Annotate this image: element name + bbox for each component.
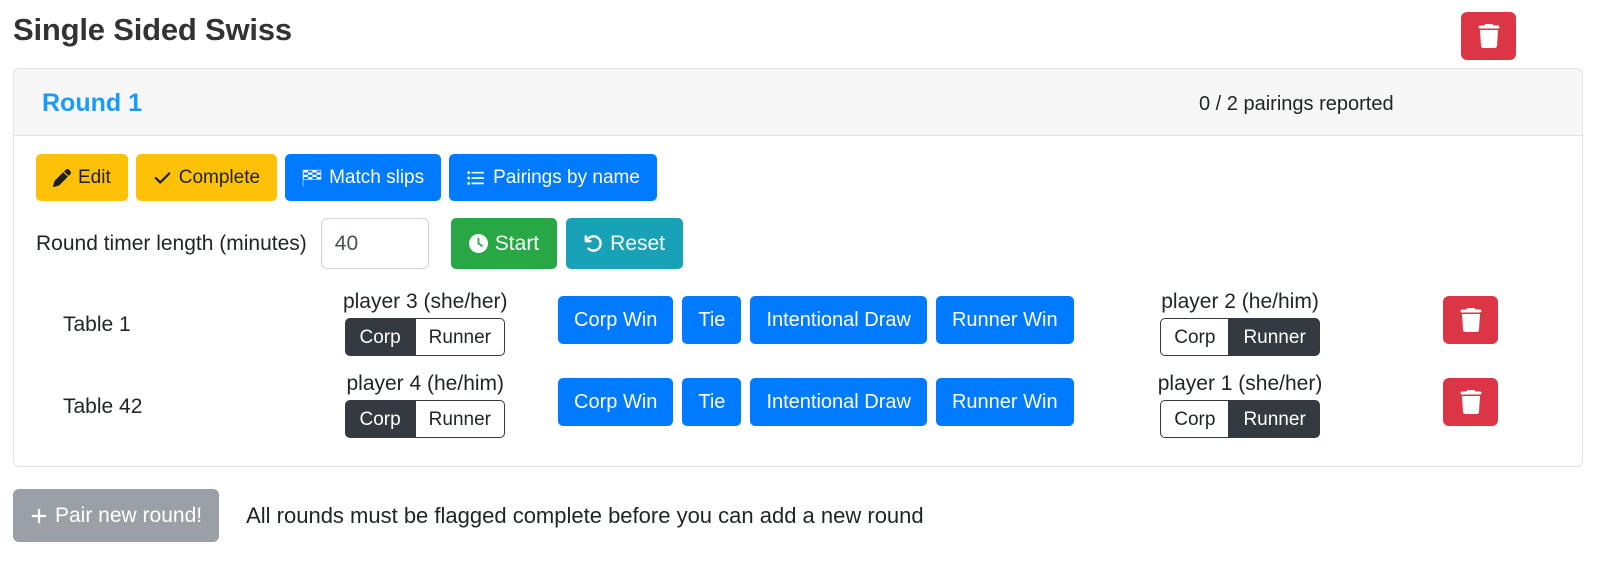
side-corp-button[interactable]: Corp — [345, 318, 415, 356]
side-runner-button[interactable]: Runner — [414, 318, 505, 356]
side-corp-button[interactable]: Corp — [1160, 400, 1230, 438]
side-toggle-group: Corp Runner — [1160, 318, 1320, 356]
round-toolbar: Edit Complete Match slips Pairings by na… — [36, 154, 657, 201]
pairings-reported-status: 0 / 2 pairings reported — [1199, 93, 1394, 115]
edit-round-button[interactable]: Edit — [36, 154, 128, 201]
side-toggle-group: Corp Runner — [345, 400, 505, 438]
edit-round-label: Edit — [78, 167, 111, 188]
delete-pairing-button[interactable] — [1443, 378, 1499, 426]
intentional-draw-button[interactable]: Intentional Draw — [750, 378, 927, 426]
side-corp-button[interactable]: Corp — [345, 400, 415, 438]
round-link[interactable]: Round 1 — [42, 87, 142, 119]
round-card-header: Round 1 0 / 2 pairings reported — [14, 69, 1582, 136]
pair-new-round-note: All rounds must be flagged complete befo… — [246, 502, 924, 528]
player-name: player 3 (she/her) — [342, 290, 508, 313]
pairings-table: Table 1 player 3 (she/her) Corp Runner C… — [14, 284, 1582, 448]
right-player-cell: player 1 (she/her) Corp Runner — [1120, 366, 1360, 438]
delete-tournament-button[interactable] — [1461, 12, 1516, 60]
tournament-round-page: Single Sided Swiss Round 1 0 / 2 pairing… — [0, 0, 1600, 566]
pencil-icon — [53, 168, 71, 187]
side-runner-button[interactable]: Runner — [1229, 400, 1320, 438]
corp-win-button[interactable]: Corp Win — [558, 296, 674, 344]
player-name: player 1 (she/her) — [1157, 372, 1323, 395]
result-buttons-group: Corp Win Tie Intentional Draw Runner Win — [545, 284, 1120, 344]
runner-win-button[interactable]: Runner Win — [935, 296, 1074, 344]
plus-icon — [30, 507, 48, 525]
round-card-body: Edit Complete Match slips Pairings by na… — [14, 136, 1582, 466]
table-label: Table 1 — [63, 313, 131, 336]
pairings-by-name-button[interactable]: Pairings by name — [449, 154, 657, 201]
runner-win-button[interactable]: Runner Win — [935, 378, 1074, 426]
page-title: Single Sided Swiss — [13, 12, 292, 47]
left-player-cell: player 3 (she/her) Corp Runner — [305, 284, 545, 356]
start-timer-label: Start — [494, 232, 540, 255]
delete-pairing-button[interactable] — [1443, 296, 1499, 344]
clock-icon — [468, 234, 488, 253]
round-timer-row: Round timer length (minutes) Start — [36, 218, 684, 269]
player-name: player 4 (he/him) — [346, 372, 505, 395]
tie-button[interactable]: Tie — [682, 296, 742, 344]
corp-win-button[interactable]: Corp Win — [558, 378, 674, 426]
player-name: player 2 (he/him) — [1161, 290, 1319, 313]
trash-icon — [1460, 390, 1482, 414]
table-row: Table 1 player 3 (she/her) Corp Runner C… — [14, 284, 1582, 366]
match-slips-label: Match slips — [329, 167, 425, 188]
tie-button[interactable]: Tie — [682, 378, 742, 426]
right-player-cell: player 2 (he/him) Corp Runner — [1120, 284, 1360, 356]
table-label: Table 42 — [63, 395, 143, 418]
side-toggle-group: Corp Runner — [345, 318, 505, 356]
side-runner-button[interactable]: Runner — [414, 400, 505, 438]
result-buttons-group: Corp Win Tie Intentional Draw Runner Win — [545, 366, 1120, 426]
match-slips-button[interactable]: Match slips — [285, 154, 442, 201]
complete-round-label: Complete — [178, 167, 261, 188]
complete-round-button[interactable]: Complete — [135, 154, 278, 201]
timer-length-input[interactable] — [320, 218, 429, 269]
side-toggle-group: Corp Runner — [1160, 400, 1320, 438]
reset-timer-label: Reset — [610, 232, 666, 255]
trash-icon — [1460, 308, 1482, 332]
delete-pairing-cell — [1360, 366, 1582, 426]
round-card: Round 1 0 / 2 pairings reported Edit Com… — [13, 68, 1583, 467]
reset-timer-button[interactable]: Reset — [566, 218, 684, 269]
check-icon — [153, 169, 172, 187]
intentional-draw-button[interactable]: Intentional Draw — [750, 296, 927, 344]
pairings-by-name-label: Pairings by name — [493, 167, 640, 188]
pair-new-round-label: Pair new round! — [55, 504, 203, 527]
left-player-cell: player 4 (he/him) Corp Runner — [305, 366, 545, 438]
table-row: Table 42 player 4 (he/him) Corp Runner C… — [14, 366, 1582, 448]
side-runner-button[interactable]: Runner — [1229, 318, 1320, 356]
title-row: Single Sided Swiss — [0, 0, 1600, 68]
list-ul-icon — [466, 169, 486, 187]
trash-icon — [1478, 24, 1500, 48]
undo-icon — [584, 234, 603, 253]
checkered-flag-icon — [302, 168, 322, 188]
delete-pairing-cell — [1360, 284, 1582, 344]
start-timer-button[interactable]: Start — [450, 218, 558, 269]
side-corp-button[interactable]: Corp — [1160, 318, 1230, 356]
pair-new-round-button[interactable]: Pair new round! — [13, 489, 220, 542]
footer-row: Pair new round! All rounds must be flagg… — [13, 489, 924, 542]
timer-label: Round timer length (minutes) — [36, 231, 307, 255]
